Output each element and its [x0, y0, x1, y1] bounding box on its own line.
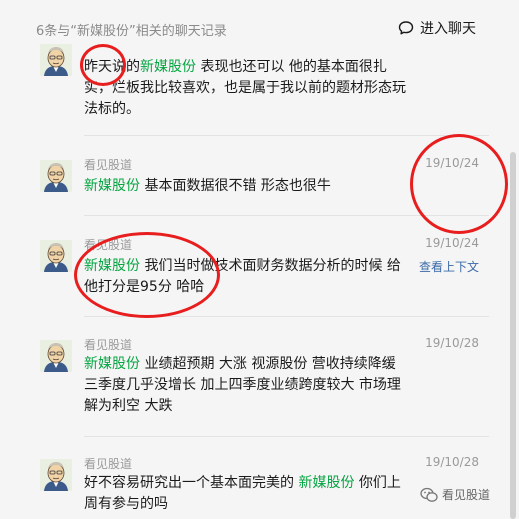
message-text: 新媒股份 基本面数据很不错 形态也很牛 — [84, 178, 331, 194]
message-divider — [84, 316, 489, 317]
message-divider — [84, 436, 489, 437]
avatar — [40, 44, 72, 76]
avatar-image — [40, 240, 72, 272]
avatar — [40, 160, 72, 192]
message-text: 昨天说的新媒股份 表现也还可以 他的基本面很扎实，烂板我比较喜欢，也是属于我以前… — [84, 59, 406, 117]
avatar — [40, 340, 72, 372]
sender-name: 看见股道 — [84, 158, 133, 172]
enter-chat-button[interactable]: 进入聊天 — [398, 18, 476, 38]
message-text: 新媒股份 我们当时做技术面财务数据分析的时候 给他打分是95分 哈哈 — [84, 258, 401, 295]
chat-bubble-icon — [398, 21, 414, 35]
enter-chat-label: 进入聊天 — [420, 21, 476, 37]
view-context-link[interactable]: 查看上下文 — [419, 258, 479, 275]
avatar-image — [40, 44, 72, 76]
scrollbar-thumb[interactable] — [510, 152, 516, 519]
message-date: 19/10/28 — [425, 336, 479, 350]
sender-name: 看见股道 — [84, 238, 133, 252]
search-result-title: 6条与“新媒股份”相关的聊天记录 — [36, 24, 227, 39]
chat-result-list: 昨天说的新媒股份 表现也还可以 他的基本面很扎实，烂板我比较喜欢，也是属于我以前… — [0, 40, 505, 519]
sender-name: 看见股道 — [84, 338, 133, 352]
avatar — [40, 459, 72, 491]
avatar — [40, 240, 72, 272]
wechat-logo-icon — [420, 487, 438, 502]
message-text: 好不容易研究出一个基本面完美的 新媒股份 你们上周有参与的吗 — [84, 475, 401, 512]
message-date: 19/10/24 — [425, 156, 479, 170]
message-divider — [84, 135, 489, 136]
message-date: 19/10/28 — [425, 455, 479, 469]
avatar-image — [40, 340, 72, 372]
sender-name: 看见股道 — [84, 457, 133, 471]
message-divider — [84, 215, 489, 216]
message-date: 19/10/24 — [425, 236, 479, 250]
message-text: 新媒股份 业绩超预期 大涨 视源股份 营收持续降缓 三季度几乎没增长 加上四季度… — [84, 356, 401, 414]
avatar-image — [40, 160, 72, 192]
avatar-image — [40, 459, 72, 491]
watermark-label: 看见股道 — [442, 488, 491, 502]
watermark: 看见股道 — [420, 486, 490, 503]
